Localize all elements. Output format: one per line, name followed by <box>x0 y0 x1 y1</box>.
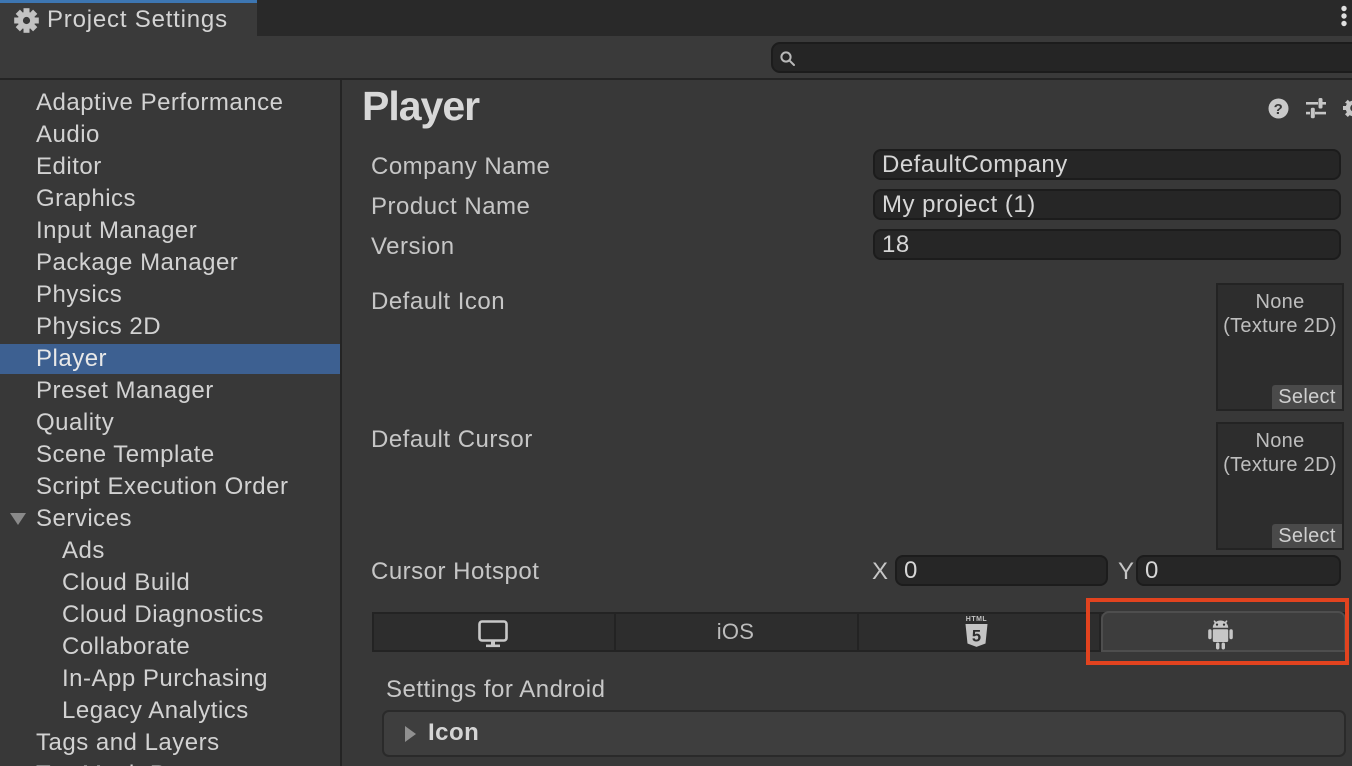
svg-text:HTML: HTML <box>966 616 988 623</box>
svg-text:?: ? <box>1274 101 1284 118</box>
svg-text:5: 5 <box>972 628 982 646</box>
